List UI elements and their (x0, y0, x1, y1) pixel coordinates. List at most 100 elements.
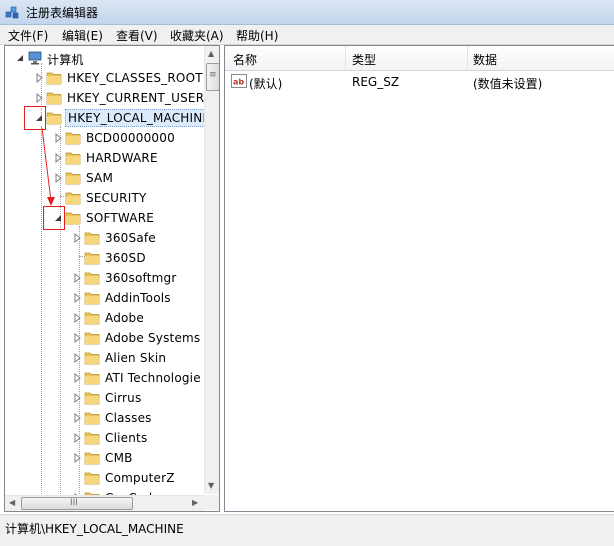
tree-node-security[interactable]: SECURITY (5, 188, 205, 208)
svg-text:ab: ab (233, 78, 244, 87)
menu-bar: 文件(F) 编辑(E) 查看(V) 收藏夹(A) 帮助(H) (0, 25, 614, 45)
collapsed-arrow-icon[interactable] (72, 453, 82, 463)
tree-node-label: Classes (105, 411, 152, 425)
tree-node-adobe-systems[interactable]: Adobe Systems (5, 328, 205, 348)
tree-node-label: Alien Skin (105, 351, 167, 365)
column-header-data[interactable]: 数据 (473, 51, 497, 68)
scrollbar-corner (204, 495, 219, 510)
collapsed-arrow-icon[interactable] (72, 333, 82, 343)
folder-icon (84, 272, 100, 285)
tree-node-alien-skin[interactable]: Alien Skin (5, 348, 205, 368)
tree-node-cirrus[interactable]: Cirrus (5, 388, 205, 408)
folder-icon (84, 372, 100, 385)
menu-file[interactable]: 文件(F) (8, 27, 48, 44)
tree-node-360softmgr[interactable]: 360softmgr (5, 268, 205, 288)
scroll-right-arrow-icon[interactable]: ▶ (192, 498, 198, 507)
menu-favorites[interactable]: 收藏夹(A) (170, 27, 224, 44)
menu-edit[interactable]: 编辑(E) (62, 27, 103, 44)
tree-node-computerz[interactable]: ComputerZ (5, 468, 205, 488)
tree-node-label: SECURITY (86, 191, 147, 205)
tree-node-computer[interactable]: 计算机 (5, 48, 205, 68)
column-divider[interactable] (467, 46, 468, 70)
value-data: (数值未设置) (473, 77, 543, 91)
collapsed-arrow-icon[interactable] (34, 73, 44, 83)
tree-node-360safe[interactable]: 360Safe (5, 228, 205, 248)
reg-sz-icon: ab (231, 74, 247, 88)
collapsed-arrow-icon[interactable] (72, 373, 82, 383)
collapsed-arrow-icon[interactable] (53, 133, 63, 143)
collapsed-arrow-icon[interactable] (34, 93, 44, 103)
collapsed-arrow-icon[interactable] (53, 153, 63, 163)
tree-node-adobe[interactable]: Adobe (5, 308, 205, 328)
folder-icon (84, 292, 100, 305)
regedit-icon (5, 6, 19, 19)
tree-node-ati[interactable]: ATI Technologie (5, 368, 205, 388)
tree-horizontal-scrollbar[interactable]: ◀ III ▶ (5, 495, 204, 511)
folder-icon (65, 172, 81, 185)
status-bar: 计算机\HKEY_LOCAL_MACHINE (0, 514, 614, 546)
tree-node-clients[interactable]: Clients (5, 428, 205, 448)
tree-node-hkcu[interactable]: HKEY_CURRENT_USER (5, 88, 205, 108)
tree-node-sam[interactable]: SAM (5, 168, 205, 188)
collapsed-arrow-icon[interactable] (72, 413, 82, 423)
tree-node-label: 360SD (105, 251, 146, 265)
folder-icon (84, 432, 100, 445)
tree-node-label: 计算机 (47, 53, 84, 67)
column-header-type[interactable]: 类型 (352, 51, 376, 68)
folder-icon (46, 92, 62, 105)
tree-node-cmb[interactable]: CMB (5, 448, 205, 468)
scroll-left-arrow-icon[interactable]: ◀ (9, 498, 15, 507)
folder-icon (65, 192, 81, 205)
menu-help[interactable]: 帮助(H) (236, 27, 278, 44)
folder-icon (84, 352, 100, 365)
collapsed-arrow-icon[interactable] (72, 233, 82, 243)
collapsed-arrow-icon[interactable] (72, 433, 82, 443)
expanded-arrow-icon[interactable] (15, 53, 25, 63)
value-name: (默认) (249, 77, 283, 91)
tree-node-hkcr[interactable]: HKEY_CLASSES_ROOT (5, 68, 205, 88)
folder-icon (84, 252, 100, 265)
tree-vertical-scrollbar[interactable]: ▲ ≡ ▼ (204, 46, 219, 494)
tree-node-label: ATI Technologie (105, 371, 201, 385)
folder-icon (65, 132, 81, 145)
collapsed-arrow-icon[interactable] (72, 273, 82, 283)
tree-node-label: BCD00000000 (86, 131, 175, 145)
tree-node-label: ComputerZ (105, 471, 175, 485)
folder-icon (84, 312, 100, 325)
grip-icon: ≡ (209, 70, 217, 80)
list-item[interactable]: ab (默认) REG_SZ (数值未设置) (225, 71, 614, 91)
column-divider[interactable] (345, 46, 346, 70)
menu-view[interactable]: 查看(V) (116, 27, 158, 44)
tree-node-label: SAM (86, 171, 114, 185)
tree-node-classes[interactable]: Classes (5, 408, 205, 428)
scroll-thumb[interactable]: III (21, 497, 133, 510)
folder-icon (84, 332, 100, 345)
value-type: REG_SZ (352, 75, 400, 89)
tree-node-label: HKEY_CURRENT_USER (67, 91, 205, 105)
scroll-down-arrow-icon[interactable]: ▼ (208, 481, 214, 490)
window-title: 注册表编辑器 (26, 6, 99, 20)
tree-node-addintools[interactable]: AddinTools (5, 288, 205, 308)
scroll-thumb[interactable]: ≡ (206, 63, 219, 91)
folder-icon (84, 452, 100, 465)
tree-node-software[interactable]: SOFTWARE (5, 208, 205, 228)
scroll-up-arrow-icon[interactable]: ▲ (208, 49, 214, 58)
column-header-name[interactable]: 名称 (233, 51, 257, 68)
tree-node-360sd[interactable]: 360SD (5, 248, 205, 268)
tree-node-label: HARDWARE (86, 151, 158, 165)
collapsed-arrow-icon[interactable] (72, 393, 82, 403)
tree-node-bcd[interactable]: BCD00000000 (5, 128, 205, 148)
collapsed-arrow-icon[interactable] (72, 313, 82, 323)
collapsed-arrow-icon[interactable] (53, 173, 63, 183)
tree-node-hardware[interactable]: HARDWARE (5, 148, 205, 168)
computer-icon (28, 51, 42, 65)
folder-icon (84, 472, 100, 485)
tree-node-label: 360Safe (105, 231, 156, 245)
tree-node-label: CMB (105, 451, 133, 465)
folder-icon (84, 232, 100, 245)
tree-node-label: 360softmgr (105, 271, 177, 285)
tree-node-label: Clients (105, 431, 148, 445)
collapsed-arrow-icon[interactable] (72, 353, 82, 363)
values-list[interactable]: 名称 类型 数据 ab (默认) REG_SZ (数值未设置) (224, 45, 614, 512)
collapsed-arrow-icon[interactable] (72, 293, 82, 303)
